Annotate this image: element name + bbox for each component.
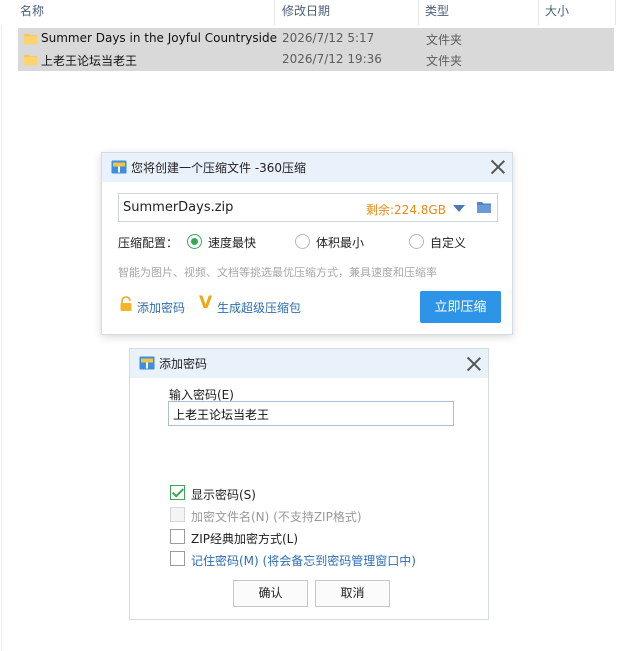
archive-filename[interactable]: SummerDays.zip (123, 200, 233, 215)
column-date-header[interactable]: 修改日期 (282, 2, 330, 19)
add-password-link[interactable]: 添加密码 (137, 299, 185, 316)
dialog-titlebar[interactable]: 添加密码 (130, 349, 488, 378)
chevron-down-icon[interactable] (453, 205, 465, 212)
dialog-title: 您将创建一个压缩文件 -360压缩 (131, 161, 307, 175)
column-divider[interactable] (538, 0, 539, 25)
cancel-button[interactable]: 取消 (315, 580, 390, 607)
column-size-header[interactable]: 大小 (545, 2, 569, 19)
folder-icon (23, 33, 38, 45)
column-type-header[interactable]: 类型 (425, 2, 449, 19)
file-row[interactable]: 上老王论坛当老王 2026/7/12 19:36 文件夹 (18, 49, 614, 71)
password-field[interactable]: 上老王论坛当老王 (168, 401, 454, 426)
column-divider[interactable] (274, 0, 275, 25)
dialog-titlebar[interactable]: 您将创建一个压缩文件 -360压缩 (102, 153, 512, 182)
password-value[interactable]: 上老王论坛当老王 (173, 406, 269, 423)
compress-config-label: 压缩配置： (118, 236, 179, 250)
file-date: 2026/7/12 19:36 (282, 52, 382, 66)
lock-icon (120, 296, 132, 311)
archive-app-icon (139, 356, 155, 370)
show-password-label[interactable]: 显示密码(S) (191, 486, 256, 503)
radio-fastest[interactable] (187, 234, 202, 249)
compress-dialog: 您将创建一个压缩文件 -360压缩 SummerDays.zip 剩余:224.… (101, 152, 513, 335)
compress-now-button[interactable]: 立即压缩 (420, 291, 501, 323)
file-type: 文件夹 (426, 54, 463, 68)
archive-app-icon (111, 160, 127, 174)
option-custom-label[interactable]: 自定义 (430, 234, 466, 251)
zip-classic-encryption-checkbox[interactable] (170, 529, 185, 544)
dialog-title: 添加密码 (159, 357, 208, 371)
file-name: Summer Days in the Joyful Countryside (41, 31, 277, 45)
super-pack-link[interactable]: 生成超级压缩包 (217, 299, 301, 316)
show-password-checkbox[interactable] (170, 485, 185, 500)
free-space-label: 剩余:224.8GB (366, 203, 446, 217)
close-icon[interactable] (490, 159, 506, 175)
radio-custom[interactable] (409, 234, 424, 249)
option-smallest-label[interactable]: 体积最小 (316, 234, 364, 251)
vip-icon: V (199, 293, 213, 313)
confirm-button[interactable]: 确认 (233, 580, 308, 607)
folder-icon (23, 54, 38, 66)
file-type: 文件夹 (426, 33, 463, 47)
remember-password-label[interactable]: 记住密码(M) (将会备忘到密码管理窗口中) (191, 552, 416, 569)
archive-path-field[interactable]: SummerDays.zip 剩余:224.8GB (118, 193, 498, 222)
encrypt-filename-label: 加密文件名(N) (不支持ZIP格式) (191, 510, 362, 524)
file-row[interactable]: Summer Days in the Joyful Countryside 20… (18, 28, 614, 50)
add-password-dialog: 添加密码 输入密码(E) 上老王论坛当老王 显示密码(S) 加密文件名(N) (… (129, 348, 489, 620)
close-icon[interactable] (466, 356, 482, 372)
radio-smallest[interactable] (295, 234, 310, 249)
compress-hint: 智能为图片、视频、文档等挑选最优压缩方式，兼具速度和压缩率 (118, 266, 437, 279)
pane-border (1, 25, 2, 651)
encrypt-filename-checkbox[interactable] (170, 507, 185, 522)
file-name: 上老王论坛当老王 (41, 54, 138, 68)
column-name-header[interactable]: 名称 (20, 2, 44, 19)
file-date: 2026/7/12 5:17 (282, 31, 375, 45)
column-divider[interactable] (418, 0, 419, 25)
column-divider[interactable] (615, 0, 616, 25)
column-header: 名称 修改日期 类型 大小 (0, 0, 630, 25)
remember-password-checkbox[interactable] (170, 551, 185, 566)
browse-folder-icon[interactable] (476, 200, 492, 215)
option-fastest-label[interactable]: 速度最快 (208, 234, 256, 251)
zip-classic-encryption-label[interactable]: ZIP经典加密方式(L) (191, 530, 298, 547)
